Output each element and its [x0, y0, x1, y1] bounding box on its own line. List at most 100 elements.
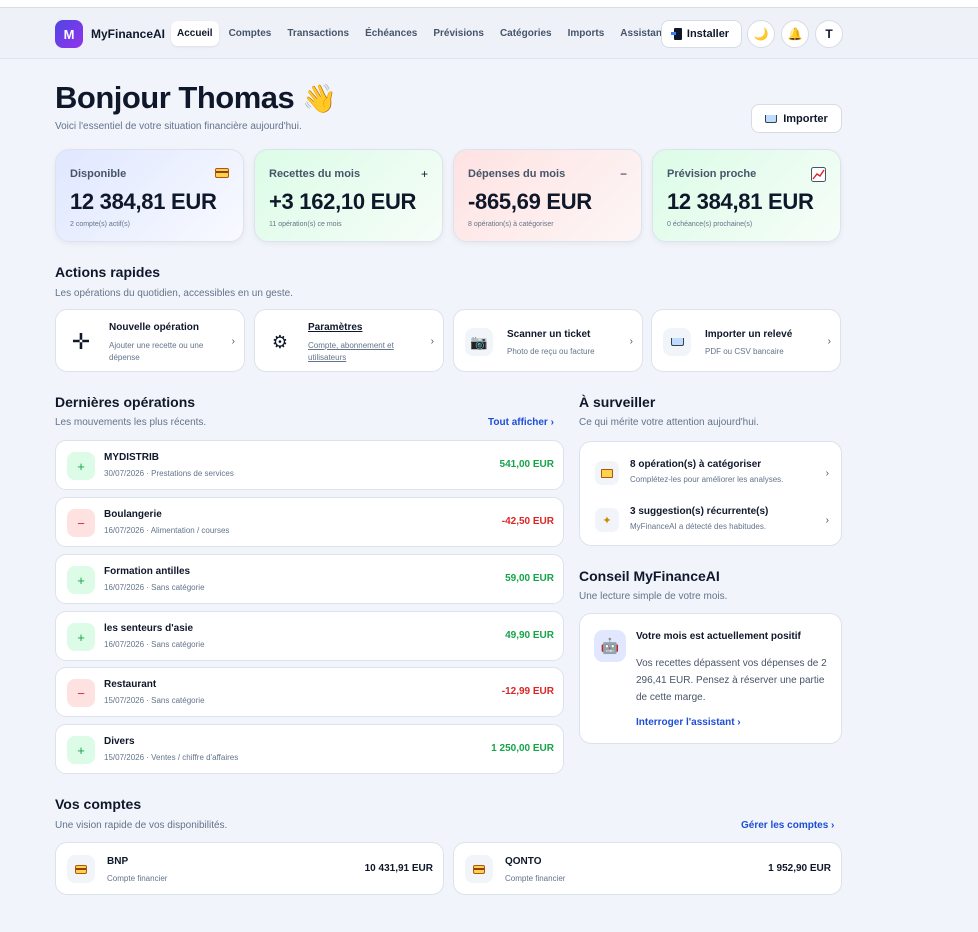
advice-title: Conseil MyFinanceAI	[579, 568, 720, 584]
operation-amount: -12,99 EUR	[501, 686, 554, 697]
nav-item-previsions[interactable]: Prévisions	[427, 21, 490, 46]
quick-actions-subtitle: Les opérations du quotidien, accessibles…	[55, 288, 293, 299]
operation-detail: 16/07/2026 · Alimentation / courses	[104, 526, 230, 535]
robot-icon: 🤖	[594, 630, 626, 662]
operation-detail: 15/07/2026 · Ventes / chiffre d'affaires	[104, 753, 239, 762]
install-icon	[670, 28, 682, 40]
operation-amount: 59,00 EUR	[505, 573, 554, 584]
expense-minus-icon: −	[67, 509, 95, 537]
quick-action-import-statement[interactable]: Importer un relevé PDF ou CSV bancaire ›	[651, 309, 841, 372]
stat-label: Recettes du mois	[269, 168, 361, 180]
ask-assistant-link[interactable]: Interroger l'assistant ›	[636, 717, 741, 728]
quick-action-settings[interactable]: ⚙ Paramètres Compte, abonnement et utili…	[254, 309, 444, 372]
stat-value: 12 384,81 EUR	[70, 189, 217, 214]
account-balance: 1 952,90 EUR	[768, 863, 831, 874]
chevron-right-icon: ›	[827, 336, 831, 347]
nav-item-accueil[interactable]: Accueil	[171, 21, 219, 46]
greeting-text: Bonjour Thomas	[55, 80, 295, 115]
quick-action-desc: Ajouter une recette ou une dépense	[109, 341, 204, 362]
advice-card: 🤖 Votre mois est actuellement positif Vo…	[579, 613, 842, 744]
watch-card: 8 opération(s) à catégoriser Complétez-l…	[579, 441, 842, 546]
app-logo[interactable]: M	[55, 20, 83, 48]
stat-caption: 11 opération(s) ce mois	[269, 221, 342, 228]
operation-row[interactable]: + les senteurs d'asie 16/07/2026 · Sans …	[55, 611, 564, 661]
watch-item-desc: MyFinanceAI a détecté des habitudes.	[630, 522, 767, 531]
account-card-qonto[interactable]: QONTO Compte financier 1 952,90 EUR	[453, 842, 842, 895]
nav-item-categories[interactable]: Catégories	[494, 21, 558, 46]
operation-amount: 541,00 EUR	[499, 459, 554, 470]
accounts-subtitle: Une vision rapide de vos disponibilités.	[55, 820, 228, 831]
inbox-tray-icon	[765, 114, 778, 123]
watch-item-recurring[interactable]: ✦ 3 suggestion(s) récurrente(s) MyFinanc…	[580, 498, 843, 538]
operation-row[interactable]: + Formation antilles 16/07/2026 · Sans c…	[55, 554, 564, 604]
moon-icon: 🌙	[753, 27, 769, 41]
import-button[interactable]: Importer	[751, 104, 842, 133]
credit-card-icon	[215, 167, 229, 181]
dark-mode-toggle[interactable]: 🌙	[747, 20, 775, 48]
manage-accounts-link[interactable]: Gérer les comptes ›	[741, 820, 834, 831]
quick-action-scan-ticket[interactable]: 📷 Scanner un ticket Photo de reçu ou fac…	[453, 309, 643, 372]
nav-item-comptes[interactable]: Comptes	[223, 21, 278, 46]
chevron-right-icon: ›	[629, 336, 633, 347]
install-label: Installer	[686, 28, 730, 40]
stat-card-prevision: Prévision proche 12 384,81 EUR 0 échéanc…	[652, 149, 841, 242]
quick-action-title: Paramètres	[308, 322, 363, 333]
operation-amount: 49,90 EUR	[505, 630, 554, 641]
expense-minus-icon: −	[67, 679, 95, 707]
stat-card-depenses: Dépenses du mois − -865,69 EUR 8 opérati…	[453, 149, 642, 242]
account-desc: Compte financier	[505, 874, 566, 883]
sparkle-icon: ✦	[595, 508, 619, 532]
top-navigation: M MyFinanceAI Accueil Comptes Transactio…	[0, 8, 978, 59]
install-button[interactable]: Installer	[661, 20, 742, 48]
page-subtitle: Voici l'essentiel de votre situation fin…	[55, 121, 302, 132]
stat-value: +3 162,10 EUR	[269, 189, 417, 214]
nav-menu: Accueil Comptes Transactions Échéances P…	[171, 21, 684, 46]
quick-action-new-operation[interactable]: ✛ Nouvelle opération Ajouter une recette…	[55, 309, 245, 372]
folder-icon	[595, 461, 619, 485]
operation-name: Restaurant	[104, 679, 157, 690]
chevron-right-icon: ›	[825, 515, 829, 526]
operation-row[interactable]: + MYDISTRIB 30/07/2026 · Prestations de …	[55, 440, 564, 490]
gear-icon: ⚙	[271, 331, 289, 352]
notifications-button[interactable]: 🔔	[781, 20, 809, 48]
bell-icon: 🔔	[787, 27, 803, 41]
watch-subtitle: Ce qui mérite votre attention aujourd'hu…	[579, 417, 759, 428]
account-card-bnp[interactable]: BNP Compte financier 10 431,91 EUR	[55, 842, 444, 895]
stat-label: Disponible	[70, 168, 127, 180]
income-plus-icon: +	[67, 623, 95, 651]
operation-name: Formation antilles	[104, 566, 191, 577]
stat-label: Dépenses du mois	[468, 168, 566, 180]
nav-item-transactions[interactable]: Transactions	[281, 21, 355, 46]
operation-detail: 16/07/2026 · Sans catégorie	[104, 640, 205, 649]
advice-card-title: Votre mois est actuellement positif	[636, 631, 801, 642]
operation-name: Boulangerie	[104, 509, 162, 520]
watch-title: À surveiller	[579, 394, 656, 410]
chevron-right-icon: ›	[825, 468, 829, 479]
camera-icon: 📷	[465, 328, 493, 356]
chevron-right-icon: ›	[231, 336, 235, 347]
stat-value: 12 384,81 EUR	[667, 189, 814, 214]
operation-row[interactable]: + Divers 15/07/2026 · Ventes / chiffre d…	[55, 724, 564, 774]
operation-name: Divers	[104, 736, 135, 747]
nav-item-imports[interactable]: Imports	[562, 21, 611, 46]
watch-item-categorize[interactable]: 8 opération(s) à catégoriser Complétez-l…	[580, 451, 843, 491]
user-avatar-button[interactable]: T	[815, 20, 843, 48]
nav-item-echeances[interactable]: Échéances	[359, 21, 423, 46]
cross-plus-icon: ✛	[71, 329, 91, 354]
watch-item-title: 8 opération(s) à catégoriser	[630, 459, 762, 470]
account-name: QONTO	[505, 856, 542, 867]
stat-card-recettes: Recettes du mois + +3 162,10 EUR 11 opér…	[254, 149, 443, 242]
operation-row[interactable]: − Restaurant 15/07/2026 · Sans catégorie…	[55, 667, 564, 717]
operation-amount: -42,50 EUR	[501, 516, 554, 527]
operation-row[interactable]: − Boulangerie 16/07/2026 · Alimentation …	[55, 497, 564, 547]
accounts-title: Vos comptes	[55, 796, 142, 812]
stat-label: Prévision proche	[667, 168, 757, 180]
stat-caption: 2 compte(s) actif(s)	[70, 221, 130, 228]
trend-chart-icon	[811, 167, 826, 185]
stat-value: -865,69 EUR	[468, 189, 592, 214]
stat-caption: 0 échéance(s) prochaine(s)	[667, 221, 753, 228]
page-title: Bonjour Thomas 👋	[55, 80, 337, 116]
show-all-operations-link[interactable]: Tout afficher ›	[488, 417, 554, 428]
quick-action-title: Nouvelle opération	[109, 322, 200, 333]
stat-caption: 8 opération(s) à catégoriser	[468, 221, 554, 228]
